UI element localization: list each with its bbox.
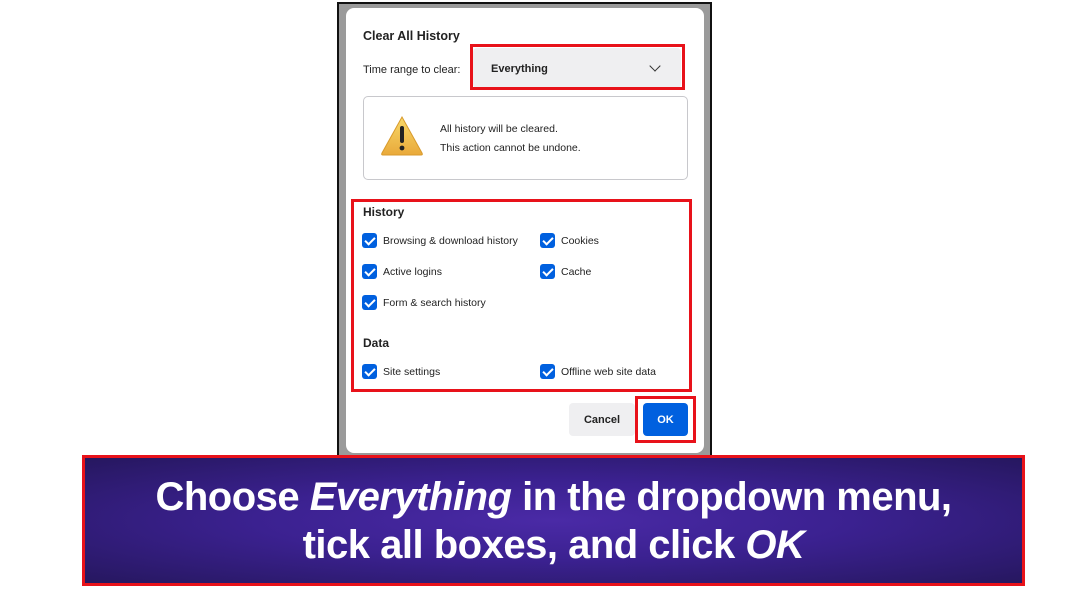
warning-line-2: This action cannot be undone. bbox=[440, 142, 581, 154]
dropdown-highlight-box bbox=[470, 44, 685, 90]
banner-line-1: Choose Everything in the dropdown menu, bbox=[155, 473, 952, 521]
banner-emphasis: OK bbox=[745, 522, 805, 567]
banner-text: in the dropdown menu, bbox=[511, 474, 952, 519]
banner-text: Choose bbox=[155, 474, 310, 519]
banner-text: tick all boxes, and click bbox=[302, 522, 746, 567]
time-range-label: Time range to clear: bbox=[363, 64, 461, 76]
ok-highlight-box bbox=[635, 396, 696, 443]
checkboxes-highlight-box bbox=[351, 199, 692, 392]
warning-triangle-icon bbox=[381, 115, 423, 156]
warning-line-1: All history will be cleared. bbox=[440, 123, 558, 135]
cancel-button[interactable]: Cancel bbox=[569, 403, 635, 436]
instruction-banner: Choose Everything in the dropdown menu, … bbox=[82, 455, 1025, 586]
banner-line-2: tick all boxes, and click OK bbox=[303, 521, 805, 569]
banner-emphasis: Everything bbox=[309, 474, 512, 519]
warning-box: All history will be cleared. This action… bbox=[363, 96, 688, 180]
dialog-title: Clear All History bbox=[363, 29, 460, 43]
